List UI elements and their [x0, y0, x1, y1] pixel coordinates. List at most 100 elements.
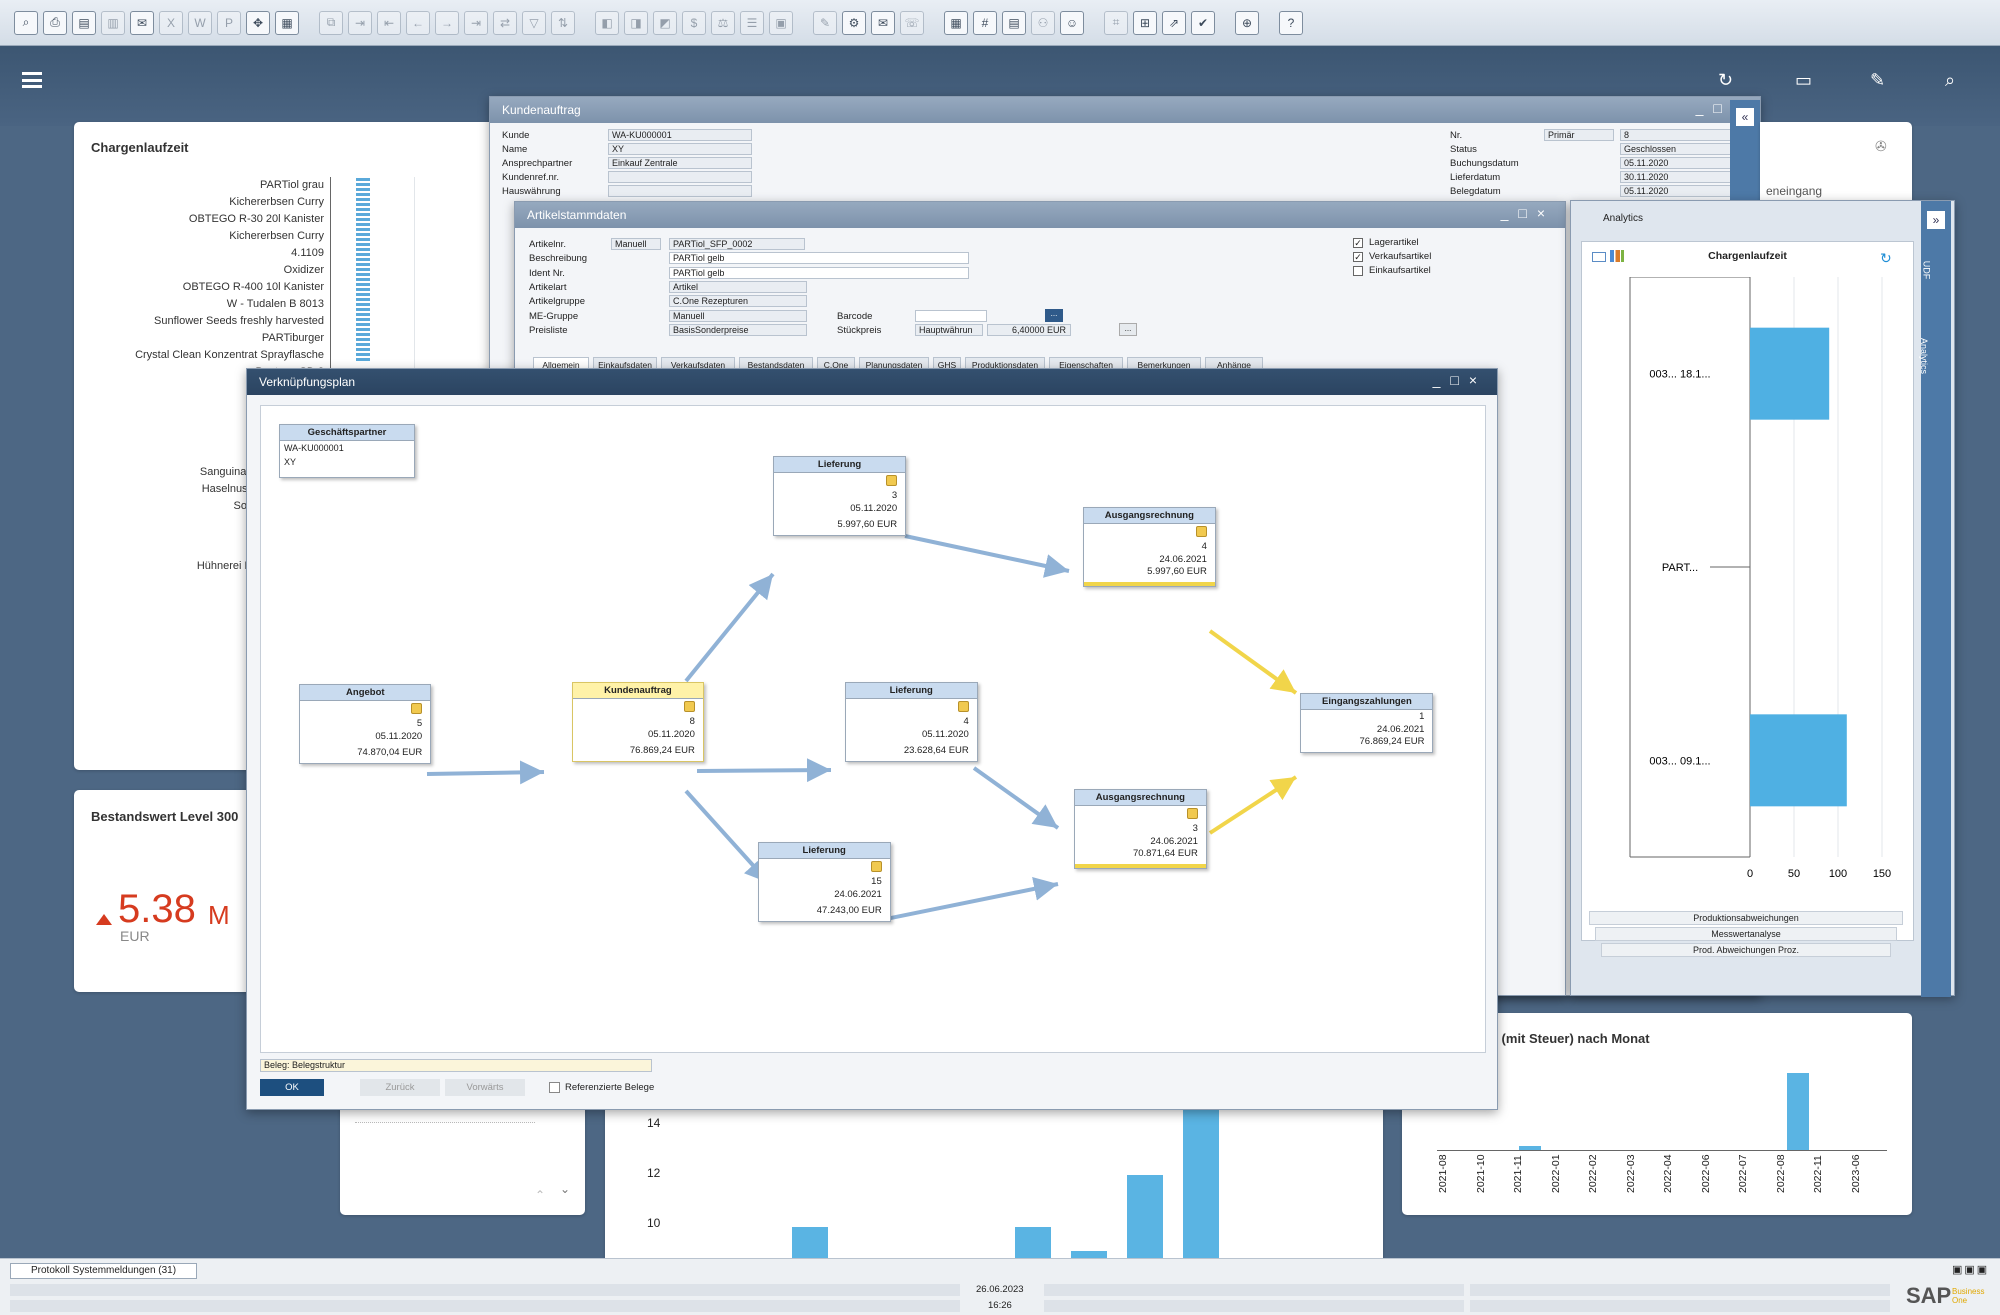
document-node-ez[interactable]: Eingangszahlungen 1 24.06.2021 76.869,24 EU…	[1300, 693, 1434, 753]
calendar-icon[interactable]: ▦	[944, 10, 968, 35]
item-field-input[interactable]: Artikel	[669, 280, 807, 293]
print-icon[interactable]: ⎙	[43, 10, 67, 35]
item-field-input[interactable]: Manuell	[669, 309, 807, 322]
wrench-icon[interactable]: ✇	[1875, 138, 1887, 155]
settings-form-icon[interactable]: ⚙	[842, 10, 866, 35]
user-icon[interactable]: ☺	[1060, 10, 1084, 35]
table-icon[interactable]: ▤	[1002, 10, 1026, 35]
more-button[interactable]: ...	[1119, 323, 1137, 336]
node-number: 4	[1201, 541, 1207, 552]
analytics-tab[interactable]: Messwertanalyse	[1595, 927, 1897, 941]
drag-relate-icon[interactable]: ⌗	[1104, 10, 1128, 35]
refresh-icon[interactable]: ↻	[1880, 250, 1892, 267]
copy-to-icon[interactable]: ⇥	[348, 10, 372, 35]
refresh-record-icon[interactable]: ⇄	[493, 10, 517, 35]
layout-icon[interactable]: ▣	[769, 10, 793, 35]
forward-button[interactable]: Vorwärts	[445, 1079, 525, 1096]
document-node-ar1[interactable]: Ausgangsrechnung 4 24.06.2021 5.997,60 EUR	[1082, 507, 1216, 587]
analytics-tab[interactable]: Produktionsabweichungen	[1589, 911, 1903, 925]
beleg-structure-select[interactable]: Beleg: Belegstruktur	[260, 1059, 652, 1072]
payment-icon[interactable]: $	[682, 10, 706, 35]
item-field-input[interactable]: C.One Rezepturen	[669, 295, 807, 308]
help-icon[interactable]: ?	[1279, 10, 1303, 35]
first-record-icon[interactable]: ⇤	[377, 10, 401, 35]
collapse-panel-icon[interactable]: »	[1927, 211, 1945, 229]
chevron-up-icon[interactable]: ⌃	[535, 1188, 545, 1202]
item-field-input[interactable]: BasisSonderpreise	[669, 323, 807, 336]
chevron-down-icon[interactable]: ⌄	[560, 1182, 570, 1196]
back-button[interactable]: Zurück	[360, 1079, 440, 1096]
analytics-tab[interactable]: Prod. Abweichungen Proz.	[1601, 943, 1891, 957]
item-checkbox[interactable]	[1353, 266, 1363, 276]
pencil-icon[interactable]: ✎	[1870, 70, 1885, 91]
base-doc-icon[interactable]: ◧	[595, 10, 619, 35]
search-doc-icon[interactable]: ⌕	[14, 10, 38, 35]
export-icon[interactable]: ⇗	[1162, 10, 1186, 35]
x-tick-label: 0	[1747, 868, 1753, 880]
log-tab[interactable]: Protokoll Systemmeldungen (31)	[10, 1263, 198, 1279]
document-node-auftrag[interactable]: Kundenauftrag 8 05.11.2020 76.869,24 EUR	[572, 682, 704, 762]
web-icon[interactable]: ⊕	[1235, 10, 1259, 35]
chat-icon[interactable]: ☏	[900, 10, 924, 35]
expand-panel-icon[interactable]: «	[1736, 108, 1754, 126]
item-field-input[interactable]: PARTiol_SFP_0002	[669, 238, 805, 250]
order-field-input[interactable]	[608, 185, 752, 197]
order-field-input[interactable]: Einkauf Zentrale	[608, 157, 752, 169]
item-checkbox[interactable]: ✓	[1353, 252, 1363, 262]
barcode-input[interactable]	[915, 310, 987, 322]
barcode-button[interactable]: ...	[1045, 309, 1063, 322]
order-field-input[interactable]	[608, 171, 752, 183]
price-value-input[interactable]: 6,40000 EUR	[987, 324, 1071, 336]
print-preview-icon[interactable]: ▤	[72, 10, 96, 35]
side-tab-analytics[interactable]: Analytics	[1919, 338, 1929, 374]
prev-record-icon[interactable]: ←	[406, 10, 430, 35]
series-select[interactable]: Primär	[1544, 129, 1614, 141]
next-record-icon[interactable]: →	[435, 10, 459, 35]
price-currency-select[interactable]: Hauptwährun	[915, 324, 983, 336]
side-tab-udf[interactable]: UDF	[1921, 261, 1931, 280]
document-node-lief1[interactable]: Lieferung 3 05.11.2020 5.997,60 EUR	[773, 456, 907, 536]
transaction-journal-icon[interactable]: ☰	[740, 10, 764, 35]
duplicate-icon[interactable]: ⧉	[319, 10, 343, 35]
form-settings-icon[interactable]: ▦	[275, 10, 299, 35]
excel-icon[interactable]: X	[159, 10, 183, 35]
approve-icon[interactable]: ✔	[1191, 10, 1215, 35]
business-partner-node[interactable]: Geschäftspartner WA-KU000001 XY	[279, 424, 415, 478]
document-node-lief2[interactable]: Lieferung 4 05.11.2020 23.628,64 EUR	[844, 682, 978, 762]
window-controls[interactable]: _□×	[1501, 205, 1555, 221]
pdf-icon[interactable]: P	[217, 10, 241, 35]
word-icon[interactable]: W	[188, 10, 212, 35]
hamburger-menu-icon[interactable]	[22, 72, 42, 88]
document-node-lief3[interactable]: Lieferung 15 24.06.2021 47.243,00 EUR	[757, 842, 891, 922]
referenced-docs-checkbox[interactable]	[549, 1082, 560, 1093]
filter-icon[interactable]: ▽	[522, 10, 546, 35]
last-record-icon[interactable]: ⇥	[464, 10, 488, 35]
network-icon[interactable]: ⚇	[1031, 10, 1055, 35]
sort-icon[interactable]: ⇅	[551, 10, 575, 35]
target-doc-icon[interactable]: ◨	[624, 10, 648, 35]
refresh-icon[interactable]: ↻	[1718, 70, 1733, 91]
window-icon[interactable]: ▭	[1795, 70, 1812, 91]
calculator-icon[interactable]: #	[973, 10, 997, 35]
window-layout-icons[interactable]: ▣▣▣	[1952, 1263, 1989, 1276]
email-icon[interactable]: ✉	[130, 10, 154, 35]
order-header-label: Buchungsdatum	[1450, 158, 1519, 169]
item-series-select[interactable]: Manuell	[611, 238, 661, 250]
search-icon[interactable]: ⌕	[1945, 70, 1955, 91]
ok-button[interactable]: OK	[260, 1079, 324, 1096]
document-node-angebot[interactable]: Angebot 5 05.11.2020 74.870,04 EUR	[299, 684, 432, 764]
window-controls[interactable]: _□×	[1433, 372, 1487, 388]
item-field-input[interactable]: PARTiol gelb	[669, 252, 969, 265]
order-field-input[interactable]: XY	[608, 143, 752, 155]
volume-weight-icon[interactable]: ⚖	[711, 10, 735, 35]
order-field-input[interactable]: WA-KU000001	[608, 129, 752, 141]
gross-profit-icon[interactable]: ◩	[653, 10, 677, 35]
move-icon[interactable]: ✥	[246, 10, 270, 35]
document-node-ar2[interactable]: Ausgangsrechnung 3 24.06.2021 70.871,64 EUR	[1073, 789, 1207, 869]
message-icon[interactable]: ✉	[871, 10, 895, 35]
item-field-input[interactable]: PARTiol gelb	[669, 266, 969, 279]
print-layout-icon[interactable]: ▥	[101, 10, 125, 35]
item-checkbox[interactable]: ✓	[1353, 238, 1363, 248]
edit-icon[interactable]: ✎	[813, 10, 837, 35]
widget-icon[interactable]: ⊞	[1133, 10, 1157, 35]
